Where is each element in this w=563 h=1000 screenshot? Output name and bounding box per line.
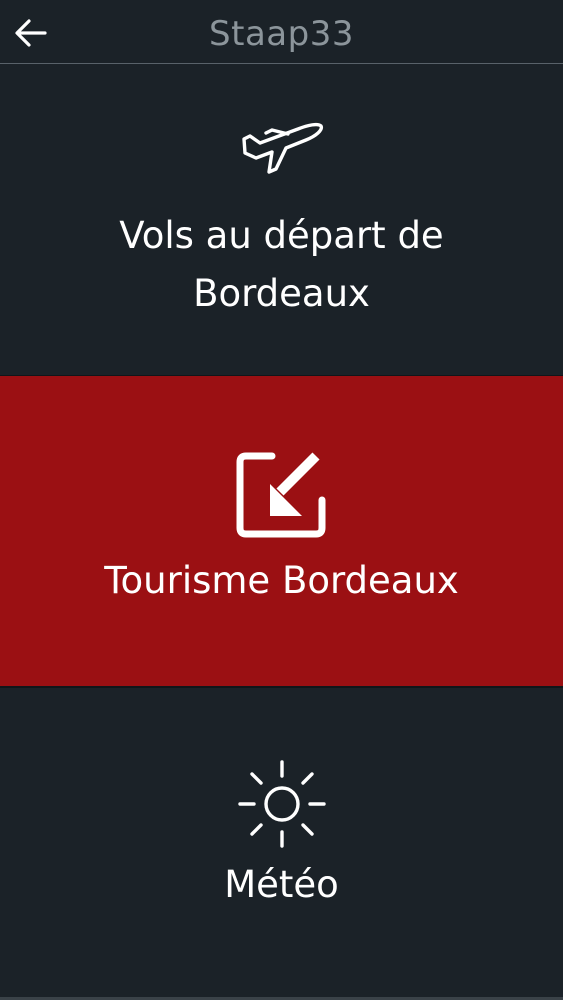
flights-label-line1: Vols au départ de bbox=[119, 214, 444, 257]
sun-icon bbox=[237, 760, 326, 848]
top-bar: Staap33 bbox=[0, 0, 563, 64]
weather-label: Météo bbox=[224, 863, 339, 906]
external-link-box-icon bbox=[236, 452, 325, 538]
menu-item-tourism[interactable]: Tourisme Bordeaux bbox=[0, 376, 563, 686]
app-screen: Staap33 Vols au départ de Bordeaux Touri… bbox=[0, 0, 563, 1000]
menu-item-weather[interactable]: Météo bbox=[0, 688, 563, 998]
airplane-icon bbox=[241, 122, 323, 174]
tourism-label: Tourisme Bordeaux bbox=[104, 559, 459, 602]
menu-item-flights[interactable]: Vols au départ de Bordeaux bbox=[0, 65, 563, 375]
flights-label-line2: Bordeaux bbox=[193, 272, 370, 315]
app-title: Staap33 bbox=[209, 14, 354, 54]
